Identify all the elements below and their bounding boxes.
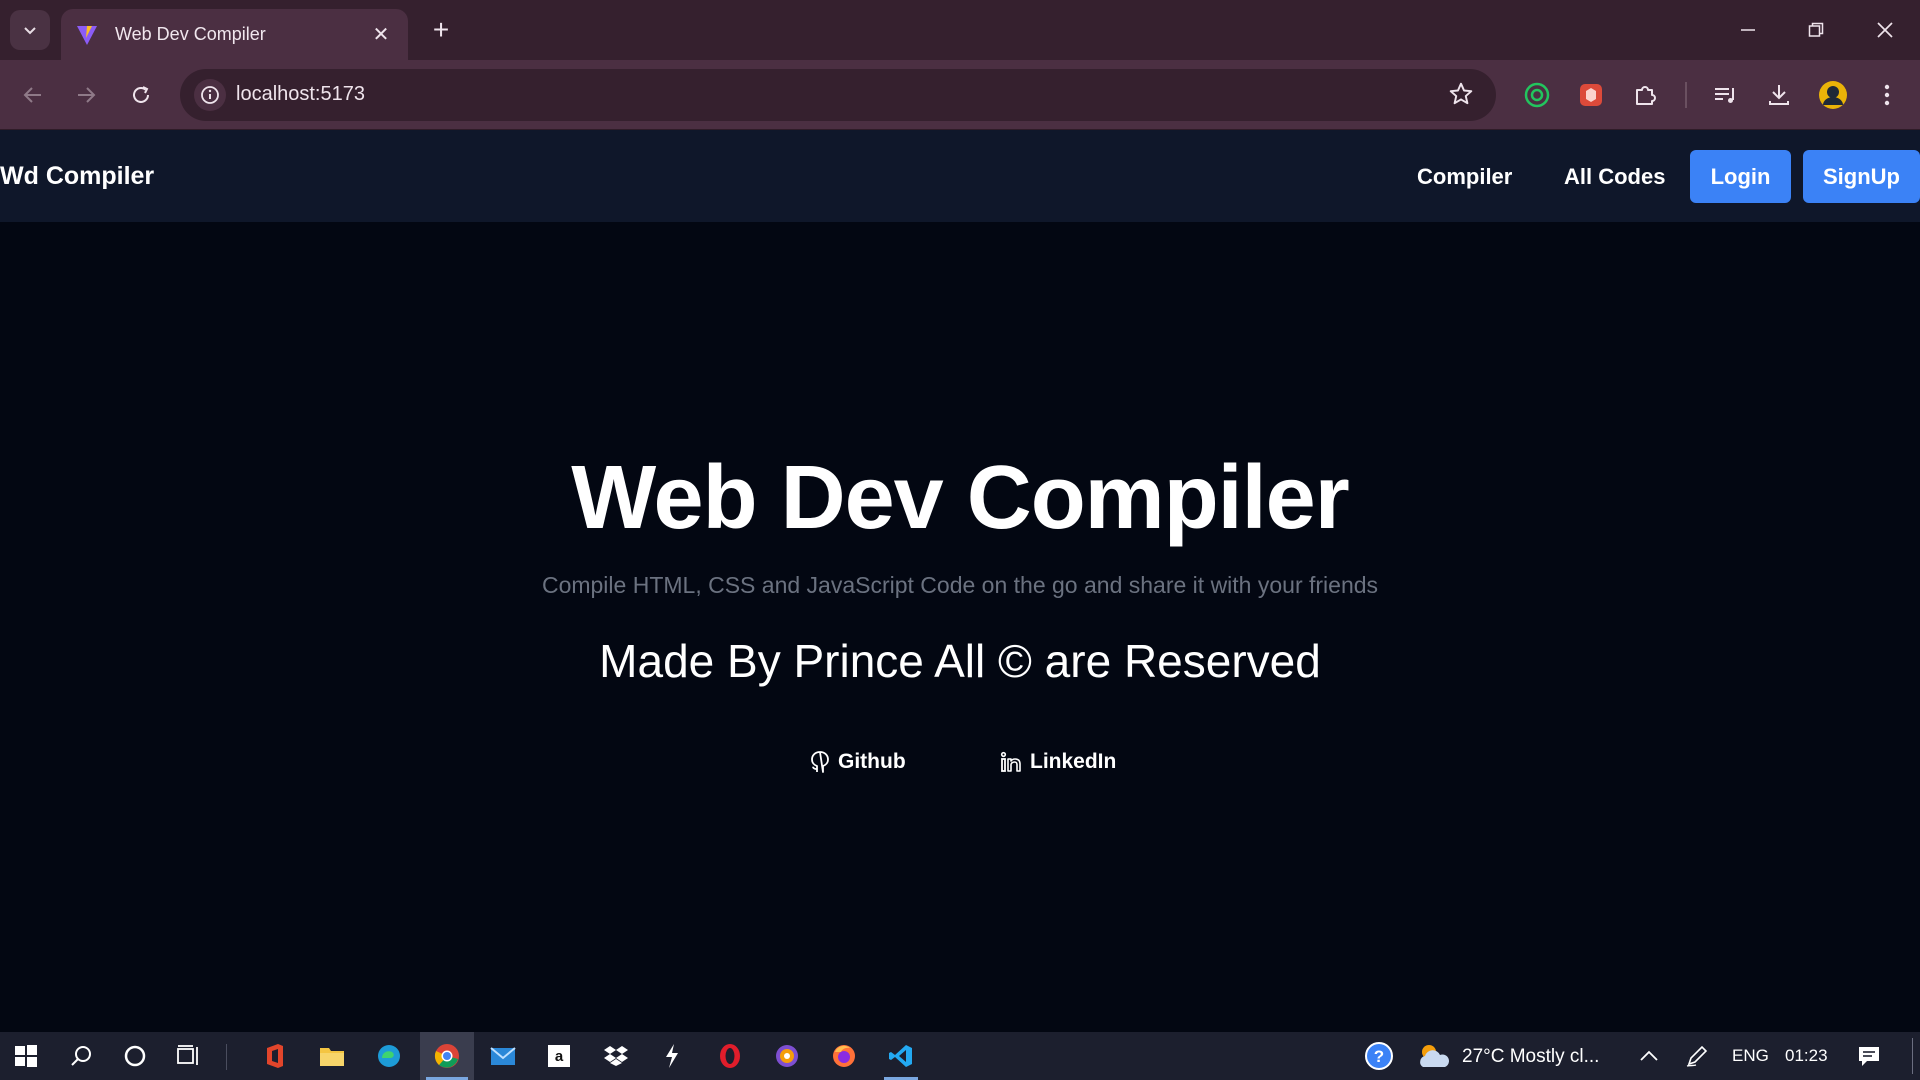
taskbar-divider (226, 1044, 227, 1070)
github-icon (811, 751, 829, 773)
browser-tab-strip: Web Dev Compiler ✕ + (0, 0, 1920, 60)
media-control-icon[interactable] (1708, 78, 1742, 112)
clock-time[interactable]: 01:23 (1785, 1046, 1828, 1066)
taskbar-mail[interactable] (480, 1032, 526, 1080)
cortana-button[interactable] (112, 1032, 158, 1080)
edge-icon (378, 1045, 400, 1067)
linkedin-icon (1000, 751, 1021, 772)
browser-menu-icon[interactable] (1870, 78, 1904, 112)
browser-tab-active[interactable]: Web Dev Compiler ✕ (61, 9, 408, 60)
back-button[interactable] (13, 75, 53, 115)
taskbar-file-explorer[interactable] (309, 1032, 355, 1080)
task-view-button[interactable] (166, 1032, 212, 1080)
taskbar-office-app[interactable] (252, 1032, 298, 1080)
site-brand-logo[interactable]: Wd Compiler (0, 162, 154, 191)
dropbox-icon (604, 1046, 628, 1066)
arrow-left-icon (23, 87, 41, 103)
extensions-puzzle-icon[interactable] (1628, 78, 1662, 112)
notification-icon (1859, 1047, 1879, 1066)
site-info-icon[interactable] (194, 79, 226, 111)
reload-icon (133, 86, 149, 103)
tab-title: Web Dev Compiler (115, 24, 266, 44)
search-icon (71, 1046, 91, 1066)
taskbar-opera[interactable] (707, 1032, 753, 1080)
weather-tray-icon[interactable] (1410, 1032, 1456, 1080)
pen-icon (1686, 1045, 1708, 1067)
restore-icon (1808, 22, 1824, 37)
vite-favicon-icon (77, 25, 97, 45)
tab-search-button[interactable] (10, 10, 50, 50)
extension-red-icon[interactable] (1574, 78, 1608, 112)
windows-logo-icon (15, 1045, 37, 1067)
linkedin-link[interactable]: LinkedIn (1000, 750, 1116, 774)
show-desktop-divider[interactable] (1912, 1038, 1913, 1074)
taskbar-tor-browser[interactable] (764, 1032, 810, 1080)
amazon-icon: a (548, 1045, 570, 1067)
close-icon (1877, 22, 1893, 38)
taskbar-amazon[interactable]: a (536, 1032, 582, 1080)
page-viewport: Wd Compiler Compiler All Codes Login Sig… (0, 130, 1920, 1032)
help-tray-icon[interactable]: ? (1356, 1032, 1402, 1080)
action-center-button[interactable] (1846, 1032, 1892, 1080)
login-button[interactable]: Login (1690, 150, 1791, 203)
github-link[interactable]: Github (810, 750, 906, 774)
show-hidden-icons-button[interactable] (1626, 1032, 1672, 1080)
minimize-button[interactable] (1720, 8, 1776, 52)
search-taskbar-button[interactable] (58, 1032, 104, 1080)
hero-title: Web Dev Compiler (571, 448, 1350, 548)
firefox-icon (833, 1045, 855, 1067)
close-tab-icon[interactable]: ✕ (368, 22, 394, 48)
lightning-icon (666, 1044, 678, 1068)
office-icon (267, 1044, 283, 1068)
nav-link-compiler[interactable]: Compiler (1417, 164, 1512, 190)
task-view-icon (177, 1045, 198, 1065)
github-label: Github (838, 750, 906, 773)
site-navbar: Wd Compiler Compiler All Codes Login Sig… (0, 130, 1920, 222)
toolbar-divider (1685, 82, 1687, 108)
help-icon: ? (1365, 1042, 1393, 1070)
svg-text:a: a (555, 1048, 564, 1065)
signup-button[interactable]: SignUp (1803, 150, 1920, 203)
chevron-down-icon (24, 27, 36, 35)
download-icon[interactable] (1762, 78, 1796, 112)
close-window-button[interactable] (1857, 8, 1913, 52)
address-bar[interactable]: localhost:5173 (180, 69, 1496, 121)
bookmark-star-icon[interactable] (1448, 81, 1474, 112)
folder-icon (320, 1048, 344, 1066)
chrome-icon (434, 1044, 459, 1068)
mail-icon (490, 1047, 516, 1065)
start-button[interactable] (3, 1032, 49, 1080)
reload-button[interactable] (121, 75, 161, 115)
windows-taskbar: a ? 27°C Mostly cl... ENG 01:23 (0, 1032, 1920, 1080)
chevron-up-icon (1640, 1050, 1658, 1061)
opera-icon (720, 1044, 740, 1068)
restore-button[interactable] (1788, 8, 1844, 52)
vscode-icon (889, 1045, 912, 1067)
cortana-circle-icon (124, 1045, 146, 1067)
pen-tray-button[interactable] (1674, 1032, 1720, 1080)
forward-button[interactable] (66, 75, 106, 115)
browser-toolbar: localhost:5173 (0, 60, 1920, 130)
linkedin-label: LinkedIn (1030, 750, 1117, 773)
hero-subtitle: Compile HTML, CSS and JavaScript Code on… (541, 572, 1379, 598)
svg-text:?: ? (1374, 1047, 1384, 1066)
minimize-icon (1741, 29, 1755, 31)
nav-link-all-codes[interactable]: All Codes (1564, 164, 1665, 190)
taskbar-dropbox[interactable] (593, 1032, 639, 1080)
cloud-sun-icon (1420, 1045, 1449, 1067)
taskbar-bolt-app[interactable] (649, 1032, 695, 1080)
taskbar-chrome[interactable] (420, 1032, 474, 1080)
new-tab-button[interactable]: + (423, 12, 459, 48)
taskbar-edge[interactable] (366, 1032, 412, 1080)
input-language[interactable]: ENG (1732, 1046, 1769, 1066)
tor-icon (776, 1045, 798, 1067)
url-text: localhost:5173 (236, 83, 365, 105)
extension-target-icon[interactable] (1520, 78, 1554, 112)
hero-credit: Made By Prince All © are Reserved (599, 635, 1321, 687)
profile-avatar[interactable] (1816, 78, 1850, 112)
taskbar-firefox[interactable] (821, 1032, 867, 1080)
arrow-right-icon (78, 87, 96, 103)
weather-text[interactable]: 27°C Mostly cl... (1462, 1046, 1599, 1068)
taskbar-vscode[interactable] (878, 1032, 924, 1080)
